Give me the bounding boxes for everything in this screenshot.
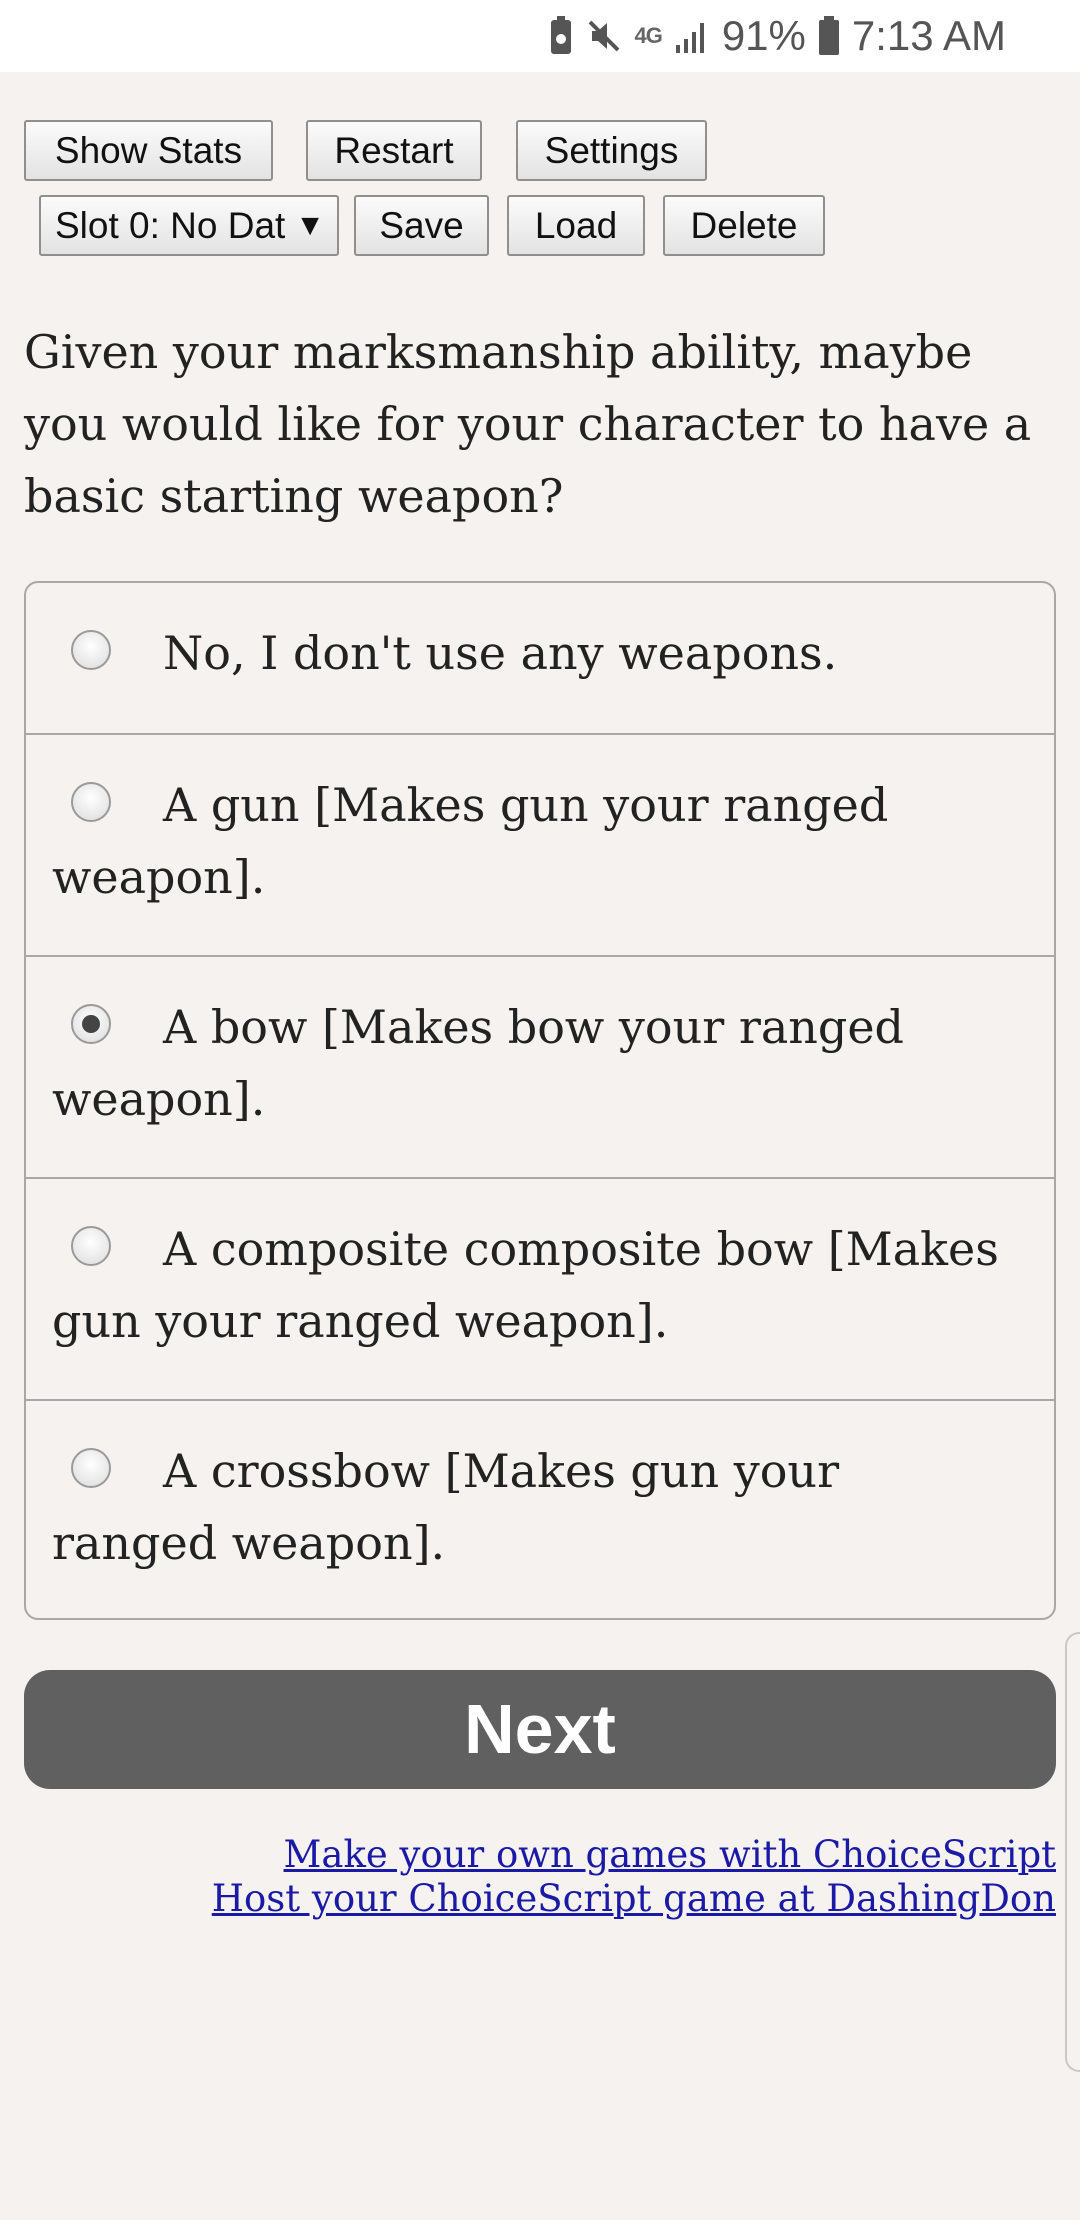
- battery-icon: [818, 16, 840, 56]
- save-button[interactable]: Save: [354, 195, 489, 256]
- save-slot-select[interactable]: Slot 0: No Data ▼: [39, 195, 339, 256]
- side-panel-edge[interactable]: [1065, 1632, 1080, 2072]
- status-bar: 4G 91% 7:13 AM: [0, 0, 1080, 72]
- status-icons: 4G 91% 7:13 AM: [548, 0, 1006, 72]
- show-stats-button[interactable]: Show Stats: [24, 120, 273, 181]
- choice-label: No, I don't use any weapons.: [163, 626, 838, 680]
- choice-option[interactable]: A composite composite bow [Makes gun you…: [26, 1177, 1054, 1399]
- dashingdon-link[interactable]: Host your ChoiceScript game at DashingDo…: [212, 1877, 1056, 1920]
- battery-percent: 91%: [721, 12, 806, 59]
- next-button[interactable]: Next: [24, 1670, 1056, 1789]
- choice-label: A crossbow [Makes gun your ranged weapon…: [52, 1444, 840, 1570]
- choice-option[interactable]: A crossbow [Makes gun your ranged weapon…: [26, 1399, 1054, 1618]
- choice-label: A gun [Makes gun your ranged weapon].: [52, 778, 889, 904]
- delete-button[interactable]: Delete: [663, 195, 825, 256]
- restart-button[interactable]: Restart: [306, 120, 482, 181]
- choicescript-link[interactable]: Make your own games with ChoiceScript: [284, 1833, 1056, 1876]
- choice-label: A bow [Makes bow your ranged weapon].: [52, 1000, 904, 1126]
- clock: 7:13 AM: [851, 12, 1006, 59]
- choice-list: No, I don't use any weapons. A gun [Make…: [24, 581, 1056, 1620]
- mute-icon: [586, 18, 622, 54]
- signal-icon: [674, 19, 710, 53]
- save-slot-value: Slot 0: No Data: [55, 205, 285, 246]
- choice-option[interactable]: A bow [Makes bow your ranged weapon].: [26, 955, 1054, 1177]
- choice-option[interactable]: No, I don't use any weapons.: [26, 583, 1054, 733]
- load-button[interactable]: Load: [507, 195, 645, 256]
- choice-label: A composite composite bow [Makes gun you…: [52, 1222, 999, 1348]
- choice-option[interactable]: A gun [Makes gun your ranged weapon].: [26, 733, 1054, 955]
- settings-button[interactable]: Settings: [516, 120, 707, 181]
- dropdown-arrow-icon: ▼: [295, 209, 325, 242]
- network-type-icon: 4G: [634, 23, 662, 48]
- battery-saver-icon: [548, 16, 574, 56]
- question-text: Given your marksmanship ability, maybe y…: [24, 325, 1032, 523]
